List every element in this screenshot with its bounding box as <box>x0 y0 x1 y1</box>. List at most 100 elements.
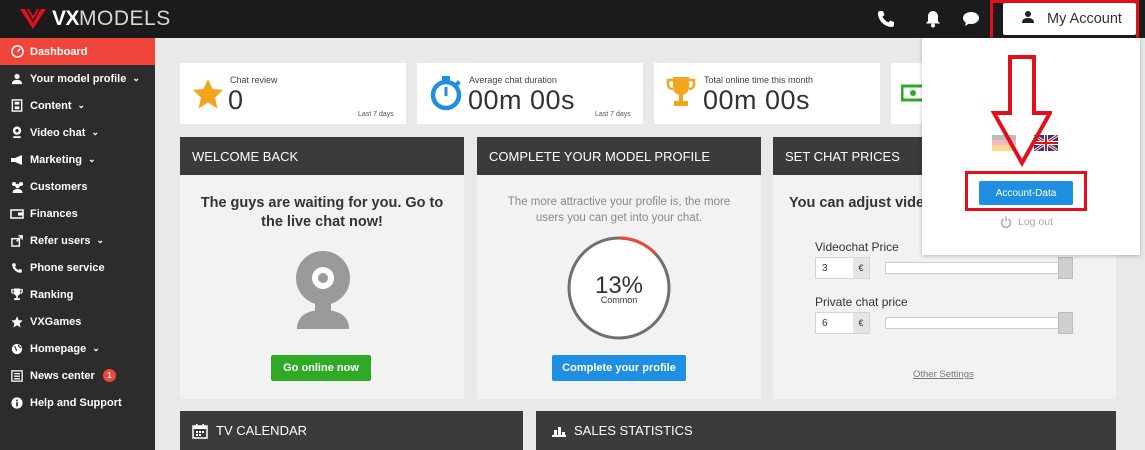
logo-text-thin: MODELS <box>79 7 171 30</box>
stat-value: 00m 00s <box>703 85 811 115</box>
chevron-down-icon: ⌄ <box>132 73 140 83</box>
refer-icon <box>9 234 25 248</box>
bell-icon[interactable] <box>922 9 944 29</box>
videochat-price-slider[interactable] <box>885 262 1073 274</box>
private-price-value: 6 <box>822 318 828 329</box>
profile-text: The more attractive your profile is, the… <box>507 196 731 224</box>
dashboard-icon <box>9 45 25 59</box>
sidebar-item-customers[interactable]: Customers <box>0 173 155 200</box>
sidebar-item-video-chat[interactable]: Video chat ⌄ <box>0 119 155 146</box>
stat-value: 0 <box>228 85 244 115</box>
stat-period: Last 7 days <box>595 111 631 118</box>
highlight-frame-account-data <box>965 171 1087 211</box>
sidebar-item-help-and-support[interactable]: Help and Support <box>0 389 155 416</box>
logo-text-bold: VX <box>52 7 80 30</box>
star-icon <box>192 78 224 115</box>
videochat-price-value: 3 <box>822 263 828 274</box>
sidebar-item-content[interactable]: Content ⌄ <box>0 92 155 119</box>
wallet-icon <box>9 207 25 221</box>
chat-prices-text: You can adjust video <box>789 195 933 211</box>
stat-period: Last 7 days <box>358 111 394 118</box>
go-online-button[interactable]: Go online now <box>271 355 371 381</box>
welcome-panel-title: WELCOME BACK <box>180 137 464 175</box>
annotation-arrow-icon <box>990 55 1052 167</box>
sidebar-item-finances[interactable]: Finances <box>0 200 155 227</box>
sidebar-item-label: Ranking <box>30 288 74 301</box>
globe-icon <box>9 342 25 356</box>
stat-card-earnings <box>891 63 926 124</box>
stat-caption: Total online time this month <box>704 75 814 85</box>
users-icon <box>9 180 25 194</box>
currency-label: € <box>853 313 869 333</box>
money-icon <box>900 83 926 108</box>
logout-link[interactable]: Log out <box>1000 216 1053 228</box>
stat-card-online-time: Total online time this month 00m 00s <box>654 63 880 124</box>
newspaper-icon <box>9 369 25 383</box>
chat-bubble-icon[interactable] <box>960 9 982 29</box>
sales-statistics-panel: SALES STATISTICS <box>536 411 1116 450</box>
sidebar-item-homepage[interactable]: Homepage ⌄ <box>0 335 155 362</box>
videochat-price-input[interactable]: 3 € <box>815 257 870 279</box>
sidebar-item-label: Customers <box>30 180 88 193</box>
bar-chart-icon <box>552 425 566 437</box>
sidebar-item-label: Your model profile <box>30 72 127 85</box>
private-price-input[interactable]: 6 € <box>815 312 870 334</box>
profile-panel: COMPLETE YOUR MODEL PROFILE The more att… <box>477 137 761 399</box>
tv-calendar-panel: TV CALENDAR <box>180 411 523 450</box>
notification-badge: 1 <box>102 369 116 382</box>
private-price-slider[interactable] <box>885 317 1073 329</box>
chevron-down-icon: ⌄ <box>91 127 99 137</box>
calendar-icon <box>192 423 208 439</box>
sidebar-item-label: Help and Support <box>30 396 122 409</box>
sidebar-item-label: News center <box>30 369 95 382</box>
sidebar-item-label: Refer users <box>30 234 91 247</box>
phone-icon <box>9 261 25 275</box>
currency-label: € <box>853 258 869 278</box>
sidebar-item-dashboard[interactable]: Dashboard <box>0 38 155 65</box>
trophy-icon <box>9 288 25 302</box>
sidebar-item-news-center[interactable]: News center 1 <box>0 362 155 389</box>
sidebar-item-your-model-profile[interactable]: Your model profile ⌄ <box>0 65 155 92</box>
videochat-slider-handle[interactable] <box>1058 257 1073 279</box>
chevron-down-icon: ⌄ <box>92 343 100 353</box>
info-icon <box>9 396 25 410</box>
vx-logo-mark-icon <box>20 9 46 29</box>
trophy-icon <box>666 76 696 113</box>
power-icon <box>1000 216 1012 228</box>
sidebar-item-label: Video chat <box>30 126 86 139</box>
sales-statistics-title: SALES STATISTICS <box>574 423 693 438</box>
sidebar-item-label: VXGames <box>30 315 82 328</box>
stat-card-avg-duration: Average chat duration 00m 00s Last 7 day… <box>417 63 643 124</box>
welcome-panel: WELCOME BACK The guys are waiting for yo… <box>180 137 464 399</box>
private-price-label: Private chat price <box>815 295 908 309</box>
sidebar-item-label: Homepage <box>30 342 87 355</box>
stat-caption: Average chat duration <box>469 75 557 85</box>
welcome-text: The guys are waiting for you. Go to the … <box>200 195 444 230</box>
sidebar-item-label: Marketing <box>30 153 82 166</box>
sidebar-item-marketing[interactable]: Marketing ⌄ <box>0 146 155 173</box>
sidebar-item-ranking[interactable]: Ranking <box>0 281 155 308</box>
sidebar-item-label: Dashboard <box>30 45 88 58</box>
vx-models-logo[interactable]: VX MODELS <box>20 7 171 31</box>
stat-card-chat-review: Chat review 0 Last 7 days <box>180 63 406 124</box>
sidebar: Dashboard Your model profile ⌄ Content ⌄ Vide… <box>0 38 155 450</box>
sidebar-item-vxgames[interactable]: VXGames <box>0 308 155 335</box>
chevron-down-icon: ⌄ <box>96 235 105 245</box>
profile-panel-title: COMPLETE YOUR MODEL PROFILE <box>477 137 761 175</box>
chevron-down-icon: ⌄ <box>87 154 96 164</box>
phone-icon[interactable] <box>875 9 897 29</box>
stopwatch-icon <box>429 75 463 116</box>
top-bar: VX MODELS My Account <box>0 0 1145 38</box>
logout-label: Log out <box>1018 216 1054 228</box>
stat-value: 00m 00s <box>468 85 576 115</box>
complete-profile-button[interactable]: Complete your profile <box>552 355 686 381</box>
sidebar-item-phone-service[interactable]: Phone service <box>0 254 155 281</box>
sidebar-item-label: Content <box>30 99 72 112</box>
other-settings-link[interactable]: Other Settings <box>913 369 974 380</box>
chevron-down-icon: ⌄ <box>77 100 86 110</box>
highlight-frame-account <box>990 0 1139 42</box>
private-slider-handle[interactable] <box>1058 312 1073 334</box>
star-icon <box>9 315 25 329</box>
webcam-icon <box>9 126 25 140</box>
sidebar-item-refer-users[interactable]: Refer users ⌄ <box>0 227 155 254</box>
